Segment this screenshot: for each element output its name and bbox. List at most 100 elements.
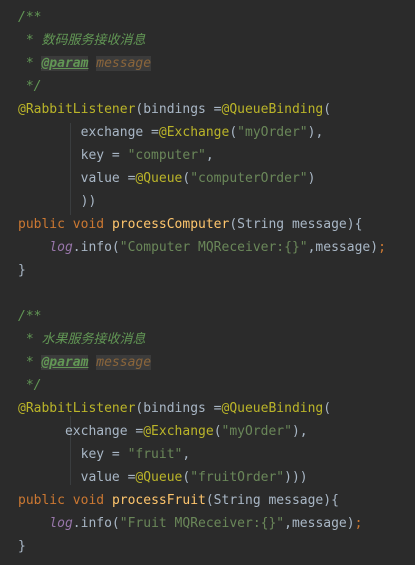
code-line[interactable]: * @param message [0,52,415,75]
code-line[interactable] [0,282,415,305]
code-line[interactable]: value =@Queue("computerOrder") [0,167,415,190]
code-token: "computerOrder" [190,171,308,186]
code-token: (bindings = [135,401,222,416]
code-token: log [49,240,73,255]
code-text: public void processComputer(String messa… [18,217,362,232]
code-text: /** [18,10,41,25]
code-text: * 水果服务接收消息 [18,332,146,347]
code-token: @param [41,355,89,370]
code-text: */ [18,378,42,393]
code-line[interactable]: * 水果服务接收消息 [0,328,415,351]
code-token: /** [18,10,42,25]
code-token: /** [18,309,42,324]
code-text: log.info("Fruit MQReceiver:{}",message); [18,516,362,531]
code-token: @QueueBinding [221,401,324,416]
code-token: @Exchange [158,125,230,140]
code-line[interactable]: */ [0,374,415,397]
code-text: value =@Queue("computerOrder") [18,171,316,186]
code-token: key = [18,447,128,462]
code-token: , [182,447,191,462]
code-token: "computer" [127,148,206,163]
code-token: * 数码服务接收消息 [18,33,146,48]
code-token: ; [354,516,363,531]
code-line[interactable]: } [0,259,415,282]
code-token: ), [291,424,308,439]
code-token: processComputer [111,217,230,232]
code-token: ; [378,240,386,255]
code-text: exchange =@Exchange("myOrder"), [18,424,308,439]
code-line[interactable]: * @param message [0,351,415,374]
code-token: */ [18,378,42,393]
code-editor[interactable]: /** * 数码服务接收消息 * @param message */ @Rabbi… [0,0,415,565]
code-line[interactable]: } [0,535,415,558]
code-line[interactable]: */ [0,75,415,98]
code-text: * 数码服务接收消息 [18,33,146,48]
code-line[interactable]: /** [0,6,415,29]
code-token: processFruit [111,493,206,508]
code-line[interactable]: exchange =@Exchange("myOrder"), [0,420,415,443]
code-text: key = "computer", [18,148,214,163]
code-line[interactable]: )) [0,190,415,213]
code-token: key = [18,148,128,163]
code-token: "myOrder" [237,125,308,140]
code-line[interactable]: /** [0,305,415,328]
code-token: public [18,493,73,508]
code-token: ( [323,102,332,117]
code-token: @param [41,56,89,71]
code-token: @RabbitListener [18,102,136,117]
code-token: )) [18,194,97,209]
code-token: .info( [72,516,120,531]
code-line[interactable]: log.info("Computer MQReceiver:{}",messag… [0,236,415,259]
code-line[interactable]: public void processComputer(String messa… [0,213,415,236]
code-line[interactable]: @RabbitListener(bindings =@QueueBinding( [0,98,415,121]
code-token: } [18,263,26,278]
code-line[interactable]: public void processFruit(String message)… [0,489,415,512]
code-token: "myOrder" [221,424,292,439]
code-token: * 水果服务接收消息 [18,332,146,347]
code-token: @Exchange [143,424,214,439]
code-token: @Queue [135,171,183,186]
code-token: @RabbitListener [18,401,136,416]
code-token: "Computer MQReceiver:{}" [119,240,308,255]
code-token: ,message) [284,516,355,531]
code-token: * [18,56,42,71]
code-line[interactable]: log.info("Fruit MQReceiver:{}",message); [0,512,415,535]
code-token: ( [213,424,222,439]
code-token: ( [229,125,238,140]
code-token: message [96,355,152,370]
code-token: , [205,148,214,163]
code-line[interactable]: exchange =@Exchange("myOrder"), [0,121,415,144]
code-token: "fruit" [127,447,183,462]
code-line[interactable]: key = "fruit", [0,443,415,466]
code-token: */ [18,79,42,94]
code-token: "Fruit MQReceiver:{}" [119,516,285,531]
code-token: @QueueBinding [221,102,324,117]
code-text: log.info("Computer MQReceiver:{}",messag… [18,240,386,255]
code-text: value =@Queue("fruitOrder"))) [18,470,308,485]
code-text: exchange =@Exchange("myOrder"), [18,125,324,140]
code-line[interactable]: value =@Queue("fruitOrder"))) [0,466,415,489]
code-token: (String message){ [229,217,363,232]
code-text: @RabbitListener(bindings =@QueueBinding( [18,401,331,416]
code-token: exchange = [18,125,159,140]
code-text: * @param message [18,355,152,370]
code-line[interactable]: @RabbitListener(bindings =@QueueBinding( [0,397,415,420]
code-token: ) [307,171,316,186]
code-text: public void processFruit(String message)… [18,493,339,508]
code-token: message [96,56,152,71]
code-text: @RabbitListener(bindings =@QueueBinding( [18,102,331,117]
code-text: /** [18,309,41,324]
code-token: (bindings = [135,102,222,117]
code-line[interactable]: key = "computer", [0,144,415,167]
code-text: )) [18,194,97,209]
code-token: * [18,355,42,370]
code-token: exchange = [18,424,144,439]
code-token: ,message) [307,240,379,255]
code-text: key = "fruit", [18,447,191,462]
code-token: ))) [284,470,308,485]
code-token: void [72,217,112,232]
code-text: } [18,263,26,278]
code-line[interactable]: * 数码服务接收消息 [0,29,415,52]
